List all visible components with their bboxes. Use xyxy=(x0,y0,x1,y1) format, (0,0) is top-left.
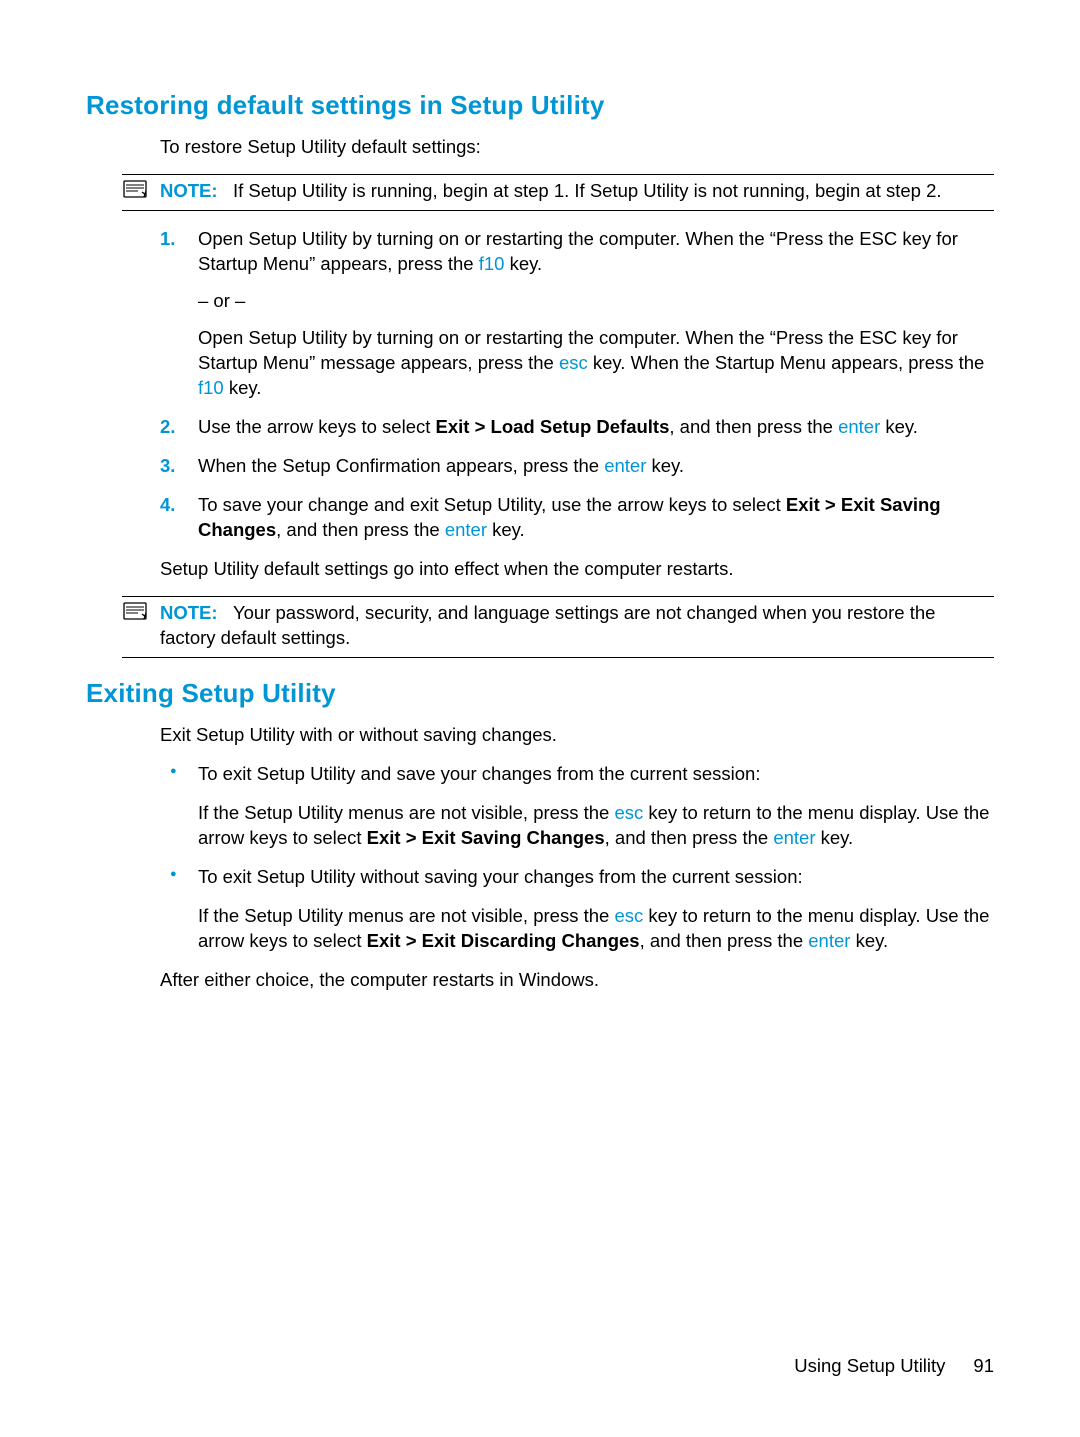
key-enter: enter xyxy=(445,519,487,540)
bullet-1: To exit Setup Utility and save your chan… xyxy=(160,762,994,851)
note-text: Your password, security, and language se… xyxy=(160,602,935,648)
bullet-2: To exit Setup Utility without saving you… xyxy=(160,865,994,954)
after-either-choice: After either choice, the computer restar… xyxy=(160,968,994,993)
key-enter: enter xyxy=(773,827,815,848)
note-block-1: NOTE: If Setup Utility is running, begin… xyxy=(122,174,994,211)
after-steps-text: Setup Utility default settings go into e… xyxy=(160,557,994,582)
heading-exiting: Exiting Setup Utility xyxy=(86,676,994,711)
note-icon xyxy=(122,178,150,200)
intro-exiting: Exit Setup Utility with or without savin… xyxy=(160,723,994,748)
bullet-lead: To exit Setup Utility without saving you… xyxy=(198,866,803,887)
note-icon xyxy=(122,600,150,622)
menu-path: Exit > Exit Discarding Changes xyxy=(367,930,640,951)
note-text: If Setup Utility is running, begin at st… xyxy=(233,180,942,201)
key-esc: esc xyxy=(559,352,588,373)
key-esc: esc xyxy=(614,802,643,823)
step-number: 1. xyxy=(160,227,175,252)
key-esc: esc xyxy=(614,905,643,926)
heading-restoring-defaults: Restoring default settings in Setup Util… xyxy=(86,88,994,123)
step-1: 1. Open Setup Utility by turning on or r… xyxy=(160,227,994,401)
menu-path: Exit > Load Setup Defaults xyxy=(436,416,670,437)
step-2: 2. Use the arrow keys to select Exit > L… xyxy=(160,415,994,440)
menu-path: Exit > Exit Saving Changes xyxy=(367,827,605,848)
key-enter: enter xyxy=(838,416,880,437)
intro-restoring: To restore Setup Utility default setting… xyxy=(160,135,994,160)
page-footer: Using Setup Utility 91 xyxy=(794,1354,994,1379)
page-number: 91 xyxy=(973,1355,994,1376)
note-block-2: NOTE: Your password, security, and langu… xyxy=(122,596,994,658)
bullet-lead: To exit Setup Utility and save your chan… xyxy=(198,763,760,784)
key-f10: f10 xyxy=(198,377,224,398)
key-enter: enter xyxy=(604,455,646,476)
step-text: Open Setup Utility by turning on or rest… xyxy=(198,228,958,274)
footer-label: Using Setup Utility xyxy=(794,1355,945,1376)
step-4: 4. To save your change and exit Setup Ut… xyxy=(160,493,994,543)
step-number: 3. xyxy=(160,454,175,479)
note-label: NOTE: xyxy=(160,180,218,201)
or-separator: – or – xyxy=(198,289,994,314)
key-f10: f10 xyxy=(479,253,505,274)
step-number: 4. xyxy=(160,493,175,518)
step-3: 3. When the Setup Confirmation appears, … xyxy=(160,454,994,479)
bullet-list: To exit Setup Utility and save your chan… xyxy=(160,762,994,954)
key-enter: enter xyxy=(808,930,850,951)
note-label: NOTE: xyxy=(160,602,218,623)
steps-list: 1. Open Setup Utility by turning on or r… xyxy=(160,227,994,543)
step-number: 2. xyxy=(160,415,175,440)
